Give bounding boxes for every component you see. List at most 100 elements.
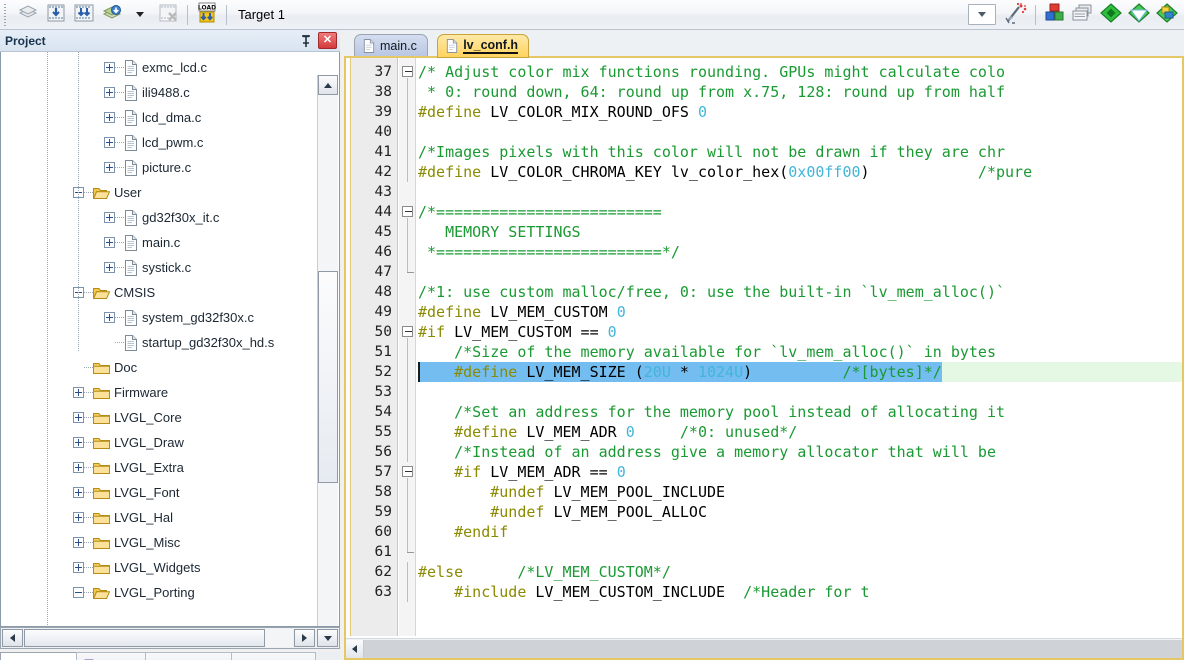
hscroll-dropdown-button[interactable] bbox=[317, 629, 338, 647]
code-text[interactable]: #define LV_COLOR_MIX_ROUND_OFS 0 bbox=[418, 102, 707, 122]
hscroll-left-button[interactable] bbox=[2, 629, 23, 647]
code-line[interactable]: 53 bbox=[346, 382, 1182, 402]
code-text[interactable]: /* Adjust color mix functions rounding. … bbox=[418, 62, 1005, 82]
code-line[interactable]: 45 MEMORY SETTINGS bbox=[346, 222, 1182, 242]
code-text[interactable]: * 0: round down, 64: round up from x.75,… bbox=[418, 82, 1005, 102]
target-options-button[interactable] bbox=[1042, 3, 1068, 27]
code-text[interactable]: /*========================= bbox=[418, 202, 662, 222]
toolbar-grip[interactable] bbox=[2, 3, 10, 26]
tree-expand-icon[interactable] bbox=[104, 212, 115, 223]
code-viewport[interactable]: 37 /* Adjust color mix functions rounding… bbox=[346, 58, 1182, 636]
tree-expand-icon[interactable] bbox=[73, 562, 84, 573]
fold-collapse-icon[interactable] bbox=[402, 466, 413, 477]
fold-collapse-icon[interactable] bbox=[402, 326, 413, 337]
code-text[interactable]: /*Instead of an address give a memory al… bbox=[418, 442, 996, 462]
build-button[interactable] bbox=[43, 3, 69, 27]
tree-expand-icon[interactable] bbox=[73, 537, 84, 548]
code-line[interactable]: 46 *=========================*/ bbox=[346, 242, 1182, 262]
project-pane-tab-project[interactable]: Project bbox=[0, 652, 78, 660]
code-line[interactable]: 47 bbox=[346, 262, 1182, 282]
hscroll-right-button[interactable] bbox=[294, 629, 315, 647]
batch-build-dropdown[interactable] bbox=[127, 3, 153, 27]
code-line[interactable]: 51 /*Size of the memory available for `l… bbox=[346, 342, 1182, 362]
tree-expand-icon[interactable] bbox=[73, 512, 84, 523]
code-text[interactable]: #endif bbox=[418, 522, 508, 542]
editor-hscroll-left-button[interactable] bbox=[346, 639, 364, 658]
fold-collapse-icon[interactable] bbox=[402, 66, 413, 77]
code-line[interactable]: 43 bbox=[346, 182, 1182, 202]
vscroll-thumb[interactable] bbox=[318, 271, 338, 483]
code-text[interactable]: #undef LV_MEM_POOL_INCLUDE bbox=[418, 482, 725, 502]
download-button[interactable]: LOAD bbox=[194, 2, 220, 27]
project-tree-vscrollbar[interactable] bbox=[317, 75, 338, 626]
editor-hscrollbar[interactable] bbox=[346, 638, 1182, 658]
code-text[interactable]: #if LV_MEM_CUSTOM == 0 bbox=[418, 322, 617, 342]
project-tree-hscrollbar[interactable] bbox=[0, 627, 340, 649]
manage-project-items-button[interactable] bbox=[1070, 3, 1096, 27]
code-line[interactable]: 59 #undef LV_MEM_POOL_ALLOC bbox=[346, 502, 1182, 522]
editor-tab-main-c[interactable]: main.c bbox=[354, 34, 428, 58]
tree-expand-icon[interactable] bbox=[104, 62, 115, 73]
code-line[interactable]: 37 /* Adjust color mix functions rounding… bbox=[346, 62, 1182, 82]
code-text[interactable]: #define LV_MEM_SIZE (20U * 1024U) /*[byt… bbox=[418, 362, 942, 382]
hscroll-thumb[interactable] bbox=[24, 629, 265, 647]
code-line[interactable]: 42 #define LV_COLOR_CHROMA_KEY lv_color_h… bbox=[346, 162, 1182, 182]
code-line[interactable]: 44 /*========================= bbox=[346, 202, 1182, 222]
code-text[interactable]: #define LV_MEM_CUSTOM 0 bbox=[418, 302, 626, 322]
code-line[interactable]: 54 /*Set an address for the memory pool … bbox=[346, 402, 1182, 422]
code-text[interactable]: #define LV_COLOR_CHROMA_KEY lv_color_hex… bbox=[418, 162, 1032, 182]
tree-expand-icon[interactable] bbox=[104, 137, 115, 148]
code-line[interactable]: 39 #define LV_COLOR_MIX_ROUND_OFS 0 bbox=[346, 102, 1182, 122]
code-text[interactable]: /*Set an address for the memory pool ins… bbox=[418, 402, 1005, 422]
code-text[interactable]: #define LV_MEM_ADR 0 /*0: unused*/ bbox=[418, 422, 797, 442]
code-text[interactable]: #include LV_MEM_CUSTOM_INCLUDE /*Header … bbox=[418, 582, 869, 602]
code-line[interactable]: 57 #if LV_MEM_ADR == 0 bbox=[346, 462, 1182, 482]
close-icon[interactable]: ✕ bbox=[318, 32, 337, 49]
code-editor[interactable]: 37 /* Adjust color mix functions rounding… bbox=[344, 56, 1184, 660]
code-text[interactable]: #else /*LV_MEM_CUSTOM*/ bbox=[418, 562, 671, 582]
tree-expand-icon[interactable] bbox=[73, 462, 84, 473]
tree-expand-icon[interactable] bbox=[104, 237, 115, 248]
tree-expand-icon[interactable] bbox=[73, 412, 84, 423]
code-text[interactable]: /*Images pixels with this color will not… bbox=[418, 142, 1005, 162]
code-line[interactable]: 50 #if LV_MEM_CUSTOM == 0 bbox=[346, 322, 1182, 342]
scroll-up-button[interactable] bbox=[318, 75, 338, 95]
fold-collapse-icon[interactable] bbox=[402, 206, 413, 217]
hscroll-track[interactable] bbox=[265, 629, 293, 647]
code-line[interactable]: 56 /*Instead of an address give a memory… bbox=[346, 442, 1182, 462]
code-text[interactable]: *=========================*/ bbox=[418, 242, 680, 262]
target-select[interactable] bbox=[968, 4, 996, 25]
batch-build-button[interactable] bbox=[99, 3, 125, 27]
code-text[interactable]: MEMORY SETTINGS bbox=[418, 222, 580, 242]
code-line[interactable]: 52 #define LV_MEM_SIZE (20U * 1024U) /*[… bbox=[346, 362, 1182, 382]
configuration-wizard-button[interactable] bbox=[1003, 2, 1029, 27]
editor-hscroll-track[interactable] bbox=[364, 639, 1182, 658]
tree-expand-icon[interactable] bbox=[104, 112, 115, 123]
code-line[interactable]: 62 #else /*LV_MEM_CUSTOM*/ bbox=[346, 562, 1182, 582]
code-line[interactable]: 41 /*Images pixels with this color will n… bbox=[346, 142, 1182, 162]
project-tree[interactable]: exmc_lcd.c ili9488.c lcd_dma.c lcd_pwm.c pic… bbox=[0, 52, 340, 627]
tree-expand-icon[interactable] bbox=[104, 87, 115, 98]
code-text[interactable]: #if LV_MEM_ADR == 0 bbox=[418, 462, 626, 482]
tree-expand-icon[interactable] bbox=[104, 262, 115, 273]
multi-project-button[interactable] bbox=[1098, 3, 1124, 27]
project-pane-tab-functio[interactable]: {}Functio... bbox=[145, 652, 232, 660]
code-text[interactable]: /*1: use custom malloc/free, 0: use the … bbox=[418, 282, 1005, 302]
code-line[interactable]: 38 * 0: round down, 64: round up from x.… bbox=[346, 82, 1182, 102]
tree-expand-icon[interactable] bbox=[73, 387, 84, 398]
code-line[interactable]: 40 bbox=[346, 122, 1182, 142]
pin-icon[interactable] bbox=[298, 33, 314, 49]
code-line[interactable]: 63 #include LV_MEM_CUSTOM_INCLUDE /*Head… bbox=[346, 582, 1182, 602]
tree-expand-icon[interactable] bbox=[104, 162, 115, 173]
project-pane-tab-books[interactable]: ?Books bbox=[76, 652, 147, 660]
editor-tab-lv-conf-h[interactable]: lv_conf.h bbox=[437, 34, 530, 58]
tree-collapse-icon[interactable] bbox=[73, 587, 84, 598]
code-line[interactable]: 58 #undef LV_MEM_POOL_INCLUDE bbox=[346, 482, 1182, 502]
stop-build-button[interactable] bbox=[155, 3, 181, 27]
code-line[interactable]: 61 bbox=[346, 542, 1182, 562]
code-line[interactable]: 55 #define LV_MEM_ADR 0 /*0: unused*/ bbox=[346, 422, 1182, 442]
rebuild-button[interactable] bbox=[71, 3, 97, 27]
manage-runtime-button[interactable] bbox=[1154, 3, 1180, 27]
project-pane-tab-templa[interactable]: {}Templa... bbox=[230, 652, 317, 660]
code-line[interactable]: 48 /*1: use custom malloc/free, 0: use th… bbox=[346, 282, 1182, 302]
